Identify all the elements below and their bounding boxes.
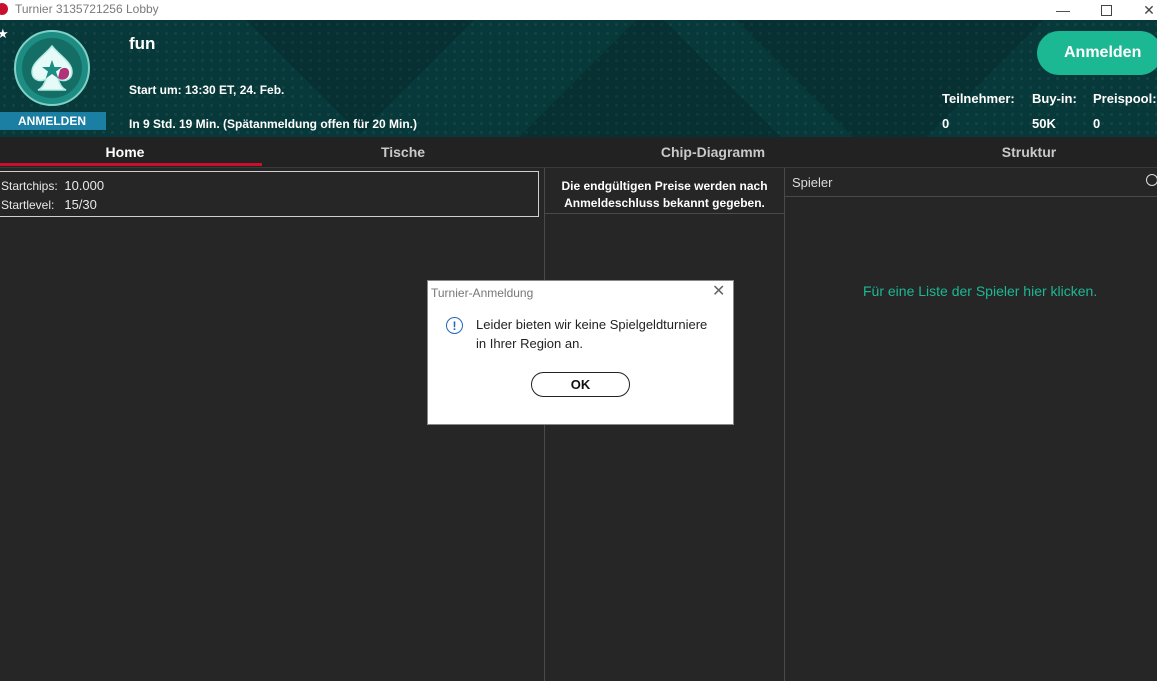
tab-tables[interactable]: Tische xyxy=(278,137,528,167)
register-button[interactable]: Anmelden xyxy=(1037,31,1157,75)
tournament-header: ★ ANMELDEN fun Start um: 13:30 ET, 24. F… xyxy=(0,20,1157,137)
dialog-title: Turnier-Anmeldung xyxy=(431,286,534,300)
info-icon: ! xyxy=(446,317,463,334)
window-close-icon: ✕ xyxy=(1143,1,1155,18)
startlevel-value: 15/30 xyxy=(64,197,97,212)
prizepool-label: Preispool: xyxy=(1093,91,1157,106)
buyin-value: 50K xyxy=(1032,116,1056,131)
maximize-button[interactable] xyxy=(1083,0,1129,20)
tab-structure[interactable]: Struktur xyxy=(904,137,1154,167)
app-logo-icon xyxy=(0,3,8,15)
startchips-value: 10.000 xyxy=(64,178,105,193)
players-title: Spieler xyxy=(792,175,833,190)
players-list-link[interactable]: Für eine Liste der Spieler hier klicken. xyxy=(863,283,1097,299)
spade-logo-icon xyxy=(22,38,82,98)
players-panel: Spieler Für eine Liste der Spieler hier … xyxy=(784,168,1157,681)
tournament-logo xyxy=(14,30,90,106)
late-registration-info: In 9 Std. 19 Min. (Spätanmeldung offen f… xyxy=(129,117,418,131)
window-close-button[interactable]: ✕ xyxy=(1126,0,1157,20)
prizes-notice-line2: Anmeldeschluss bekannt gegeben. xyxy=(564,196,765,210)
active-tab-indicator xyxy=(0,163,262,166)
startlevel-label: Startlevel: xyxy=(1,198,55,212)
prizes-notice-line1: Die endgültigen Preise werden nach xyxy=(561,179,768,193)
participants-label: Teilnehmer: xyxy=(942,91,1015,106)
window-titlebar: Turnier 3135721256 Lobby — ✕ xyxy=(0,0,1157,20)
startchips-row: Startchips: 10.000 xyxy=(1,178,104,194)
search-icon[interactable] xyxy=(1146,174,1157,186)
ok-button[interactable]: OK xyxy=(531,372,630,397)
window-title: Turnier 3135721256 Lobby xyxy=(15,2,159,16)
dialog-message-line2: in Ihrer Region an. xyxy=(476,336,583,351)
dialog-message-line1: Leider bieten wir keine Spielgeldturnier… xyxy=(476,317,708,332)
startlevel-row: Startlevel: 15/30 xyxy=(1,197,97,213)
favorite-star-icon[interactable]: ★ xyxy=(0,27,9,40)
tab-chip-chart[interactable]: Chip-Diagramm xyxy=(588,137,838,167)
status-badge: ANMELDEN xyxy=(0,112,106,130)
buyin-label: Buy-in: xyxy=(1032,91,1077,106)
participants-value: 0 xyxy=(942,116,950,131)
prizepool-value: 0 xyxy=(1093,116,1101,131)
dialog-message: Leider bieten wir keine Spielgeldturnier… xyxy=(476,315,726,353)
tournament-name: fun xyxy=(129,34,156,53)
tournament-info-box: Startchips: 10.000 Startlevel: 15/30 xyxy=(0,171,539,217)
start-time: Start um: 13:30 ET, 24. Feb. xyxy=(129,83,285,97)
dialog-close-icon[interactable]: ✕ xyxy=(712,284,725,300)
registration-dialog: Turnier-Anmeldung ✕ ! Leider bieten wir … xyxy=(427,280,734,425)
maximize-icon xyxy=(1100,4,1112,16)
minimize-icon: — xyxy=(1056,2,1070,18)
prizes-notice: Die endgültigen Preise werden nach Anmel… xyxy=(545,168,784,214)
startchips-label: Startchips: xyxy=(1,179,58,193)
minimize-button[interactable]: — xyxy=(1040,0,1086,20)
players-header: Spieler xyxy=(784,168,1157,197)
